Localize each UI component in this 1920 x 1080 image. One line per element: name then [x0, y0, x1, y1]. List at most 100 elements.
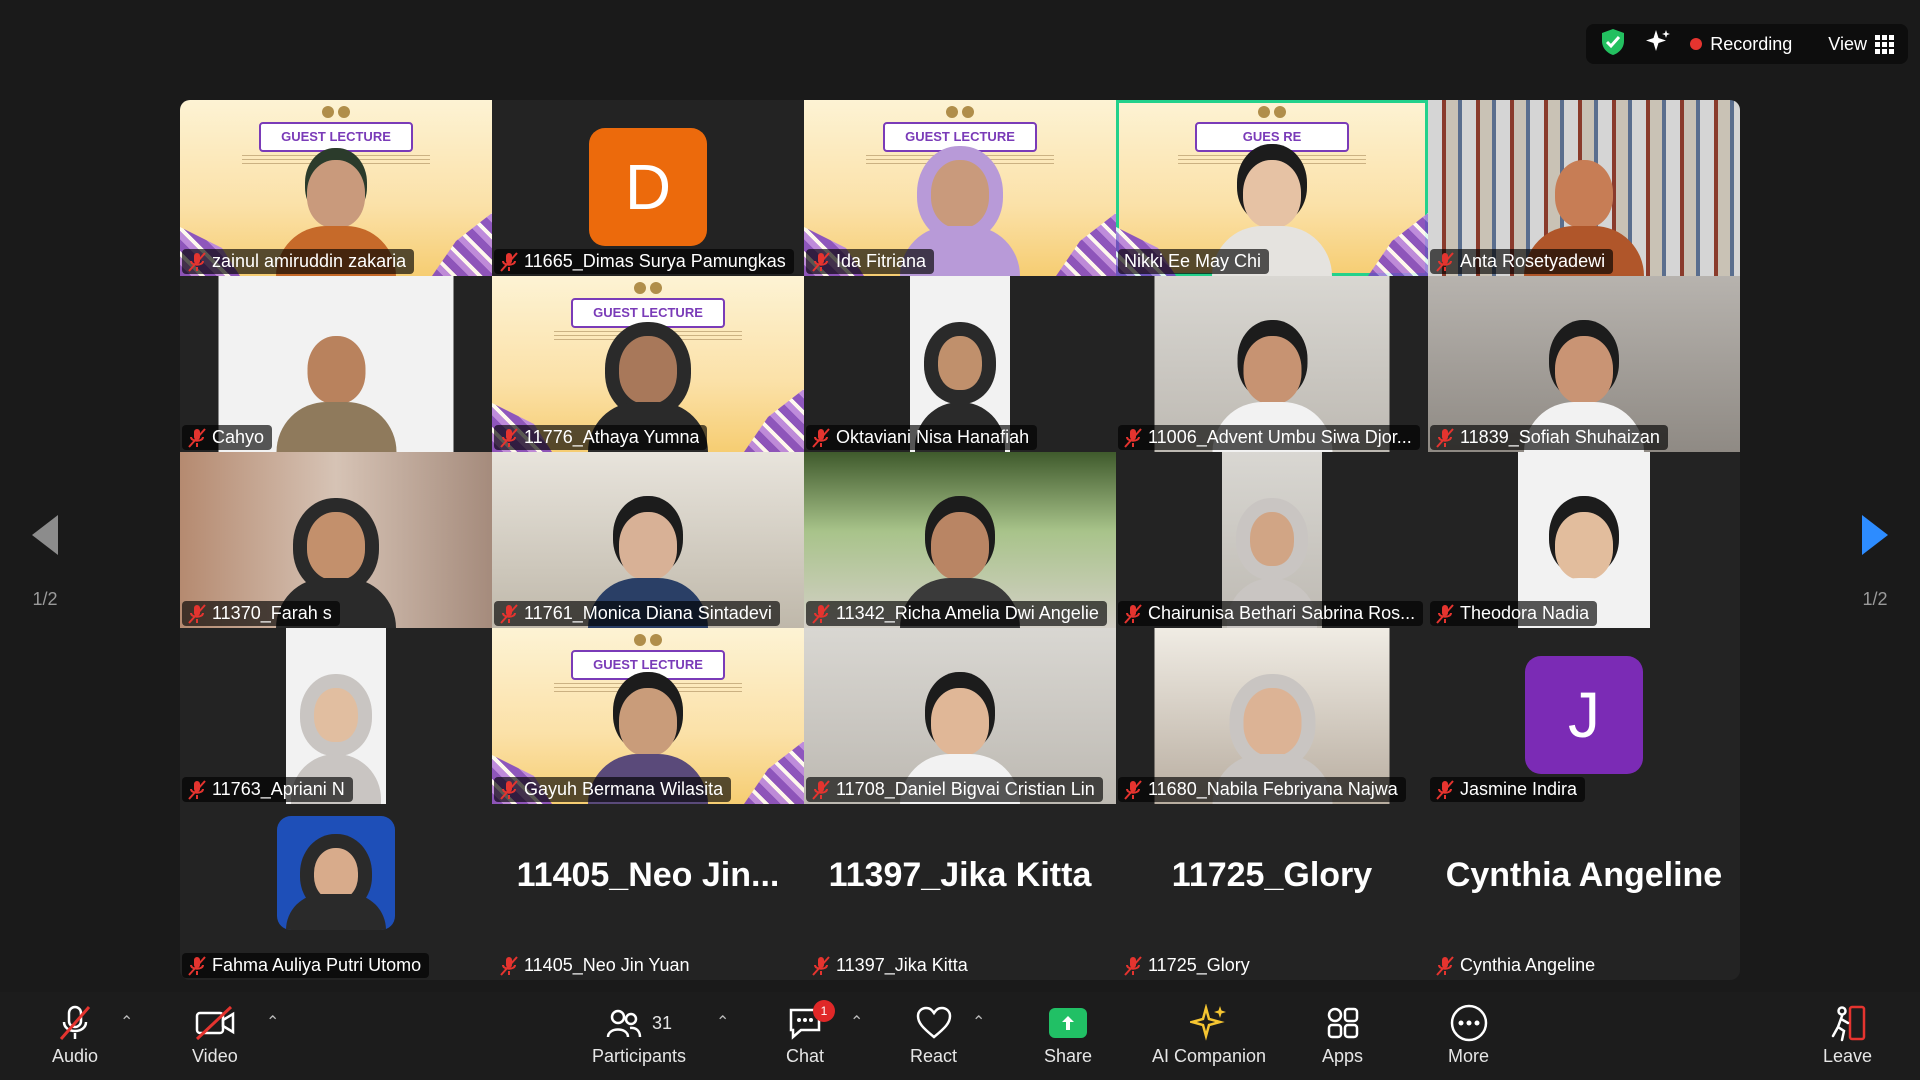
- participant-tile[interactable]: GUEST LECTURE 11776_Athaya Yumna: [492, 276, 804, 452]
- participant-tile[interactable]: Theodora Nadia: [1428, 452, 1740, 628]
- apps-icon: [1325, 1000, 1361, 1046]
- name-tag: 11397_Jika Kitta: [806, 953, 976, 978]
- avatar: J: [1525, 656, 1643, 774]
- video-button[interactable]: Video: [192, 1000, 238, 1067]
- participant-name: 11725_Glory: [1148, 955, 1250, 975]
- recording-label: Recording: [1710, 33, 1793, 54]
- participant-tile[interactable]: Cynthia Angeline Cynthia Angeline: [1428, 804, 1740, 980]
- participant-tile[interactable]: 11839_Sofiah Shuhaizan: [1428, 276, 1740, 452]
- apps-label: Apps: [1322, 1046, 1364, 1066]
- shield-check-icon[interactable]: [1600, 28, 1626, 61]
- participant-tile[interactable]: GUEST LECTURE Ida Fitriana: [804, 100, 1116, 276]
- participant-tile[interactable]: 11680_Nabila Febriyana Najwa: [1116, 628, 1428, 804]
- participant-tile[interactable]: 11725_Glory 11725_Glory: [1116, 804, 1428, 980]
- name-tag: Chairunisa Bethari Sabrina Ros...: [1118, 601, 1424, 626]
- name-tag: 11665_Dimas Surya Pamungkas: [494, 249, 794, 274]
- mic-muted-icon: [500, 603, 518, 624]
- participant-name: Oktaviani Nisa Hanafiah: [836, 427, 1030, 447]
- name-tag: 11761_Monica Diana Sintadevi: [494, 601, 780, 626]
- leave-button[interactable]: Leave: [1823, 1000, 1872, 1067]
- participant-tile[interactable]: 11405_Neo Jin... 11405_Neo Jin Yuan: [492, 804, 804, 980]
- grid-icon: [1875, 34, 1894, 54]
- react-button[interactable]: React: [910, 1000, 957, 1067]
- participant-name: Jasmine Indira: [1460, 779, 1578, 799]
- mic-muted-icon: [812, 955, 830, 976]
- participant-tile[interactable]: Anta Rosetyadewi: [1428, 100, 1740, 276]
- name-tag: 11763_Apriani N: [182, 777, 353, 802]
- mic-off-icon: [55, 1000, 95, 1046]
- chat-options-caret-icon[interactable]: ⌃: [850, 1012, 863, 1032]
- participant-name: zainul amiruddin zakaria: [212, 251, 407, 271]
- meeting-toolbar: Audio ⌃ Video ⌃ 31 Participants ⌃ 1 Chat…: [0, 992, 1920, 1080]
- name-tag: Oktaviani Nisa Hanafiah: [806, 425, 1038, 450]
- name-tag: Gayuh Bermana Wilasita: [494, 777, 732, 802]
- participant-tile[interactable]: 11397_Jika Kitta 11397_Jika Kitta: [804, 804, 1116, 980]
- name-tag: Fahma Auliya Putri Utomo: [182, 953, 430, 978]
- participant-tile[interactable]: 11708_Daniel Bigvai Cristian Lin: [804, 628, 1116, 804]
- participant-tile[interactable]: D 11665_Dimas Surya Pamungkas: [492, 100, 804, 276]
- share-icon-wrap: [1049, 1000, 1088, 1046]
- next-page-nav[interactable]: 1/2: [1835, 470, 1915, 610]
- video-options-caret-icon[interactable]: ⌃: [266, 1012, 279, 1032]
- participant-tile[interactable]: Chairunisa Bethari Sabrina Ros...: [1116, 452, 1428, 628]
- name-tag: 11708_Daniel Bigvai Cristian Lin: [806, 777, 1103, 802]
- participant-tile[interactable]: 11761_Monica Diana Sintadevi: [492, 452, 804, 628]
- participant-tile[interactable]: Oktaviani Nisa Hanafiah: [804, 276, 1116, 452]
- name-tag: 11680_Nabila Febriyana Najwa: [1118, 777, 1406, 802]
- chat-button[interactable]: 1 Chat: [786, 1000, 836, 1067]
- page-indicator-right: 1/2: [1862, 589, 1888, 609]
- decoration: [744, 741, 804, 804]
- share-button[interactable]: Share: [1044, 1000, 1092, 1067]
- participant-tile[interactable]: 11342_Richa Amelia Dwi Angelie: [804, 452, 1116, 628]
- participant-name: 11405_Neo Jin Yuan: [524, 955, 690, 975]
- participant-tile[interactable]: Cahyo: [180, 276, 492, 452]
- avatar: D: [589, 128, 707, 246]
- participant-tile[interactable]: GUEST LECTURE zainul amiruddin zakaria: [180, 100, 492, 276]
- mic-muted-icon: [1436, 603, 1454, 624]
- mic-muted-icon: [188, 427, 206, 448]
- participant-tile[interactable]: 11370_Farah s: [180, 452, 492, 628]
- arrow-left-icon[interactable]: [32, 515, 58, 555]
- participants-button[interactable]: 31 Participants: [592, 1000, 686, 1067]
- recording-indicator[interactable]: Recording: [1690, 34, 1792, 55]
- leave-label: Leave: [1823, 1046, 1873, 1066]
- participant-tile[interactable]: 11763_Apriani N: [180, 628, 492, 804]
- view-button[interactable]: View: [1828, 34, 1894, 55]
- mic-muted-icon: [812, 779, 830, 800]
- video-grid: GUEST LECTURE zainul amiruddin zakaria D…: [180, 100, 1740, 980]
- mic-muted-icon: [1436, 955, 1454, 976]
- participant-tile[interactable]: J Jasmine Indira: [1428, 628, 1740, 804]
- participants-options-caret-icon[interactable]: ⌃: [716, 1012, 729, 1032]
- name-tag: Jasmine Indira: [1430, 777, 1586, 802]
- audio-options-caret-icon[interactable]: ⌃: [120, 1012, 133, 1032]
- name-tag: Ida Fitriana: [806, 249, 935, 274]
- participant-name: 11708_Daniel Bigvai Cristian Lin: [836, 779, 1095, 799]
- ai-companion-button[interactable]: AI Companion: [1152, 1000, 1266, 1067]
- participant-tile[interactable]: GUEST LECTURE Gayuh Bermana Wilasita: [492, 628, 804, 804]
- video-off-icon: [193, 1000, 237, 1046]
- mic-muted-icon: [1124, 603, 1142, 624]
- prev-page-nav[interactable]: 1/2: [5, 470, 85, 610]
- mic-muted-icon: [188, 779, 206, 800]
- participant-tile[interactable]: 11006_Advent Umbu Siwa Djor...: [1116, 276, 1428, 452]
- audio-button[interactable]: Audio: [52, 1000, 98, 1067]
- mic-muted-icon: [500, 251, 518, 272]
- react-options-caret-icon[interactable]: ⌃: [972, 1012, 985, 1032]
- mic-muted-icon: [812, 251, 830, 272]
- participants-count: 31: [652, 1012, 673, 1033]
- participant-tile-speaking[interactable]: GUES RE Nikki Ee May Chi: [1116, 100, 1428, 276]
- participant-display-name: Cynthia Angeline: [1445, 856, 1723, 894]
- more-label: More: [1448, 1046, 1490, 1066]
- sparkle-icon[interactable]: [1644, 28, 1672, 61]
- more-button[interactable]: More: [1448, 1000, 1489, 1067]
- name-tag: 11725_Glory: [1118, 953, 1258, 978]
- name-tag: Cynthia Angeline: [1430, 953, 1603, 978]
- apps-button[interactable]: Apps: [1322, 1000, 1363, 1067]
- participant-tile[interactable]: Fahma Auliya Putri Utomo: [180, 804, 492, 980]
- name-tag: Anta Rosetyadewi: [1430, 249, 1614, 274]
- arrow-right-icon[interactable]: [1862, 515, 1888, 555]
- mic-muted-icon: [188, 251, 206, 272]
- heart-icon: [915, 1000, 953, 1046]
- mic-muted-icon: [500, 427, 518, 448]
- participant-name: 11839_Sofiah Shuhaizan: [1460, 427, 1660, 447]
